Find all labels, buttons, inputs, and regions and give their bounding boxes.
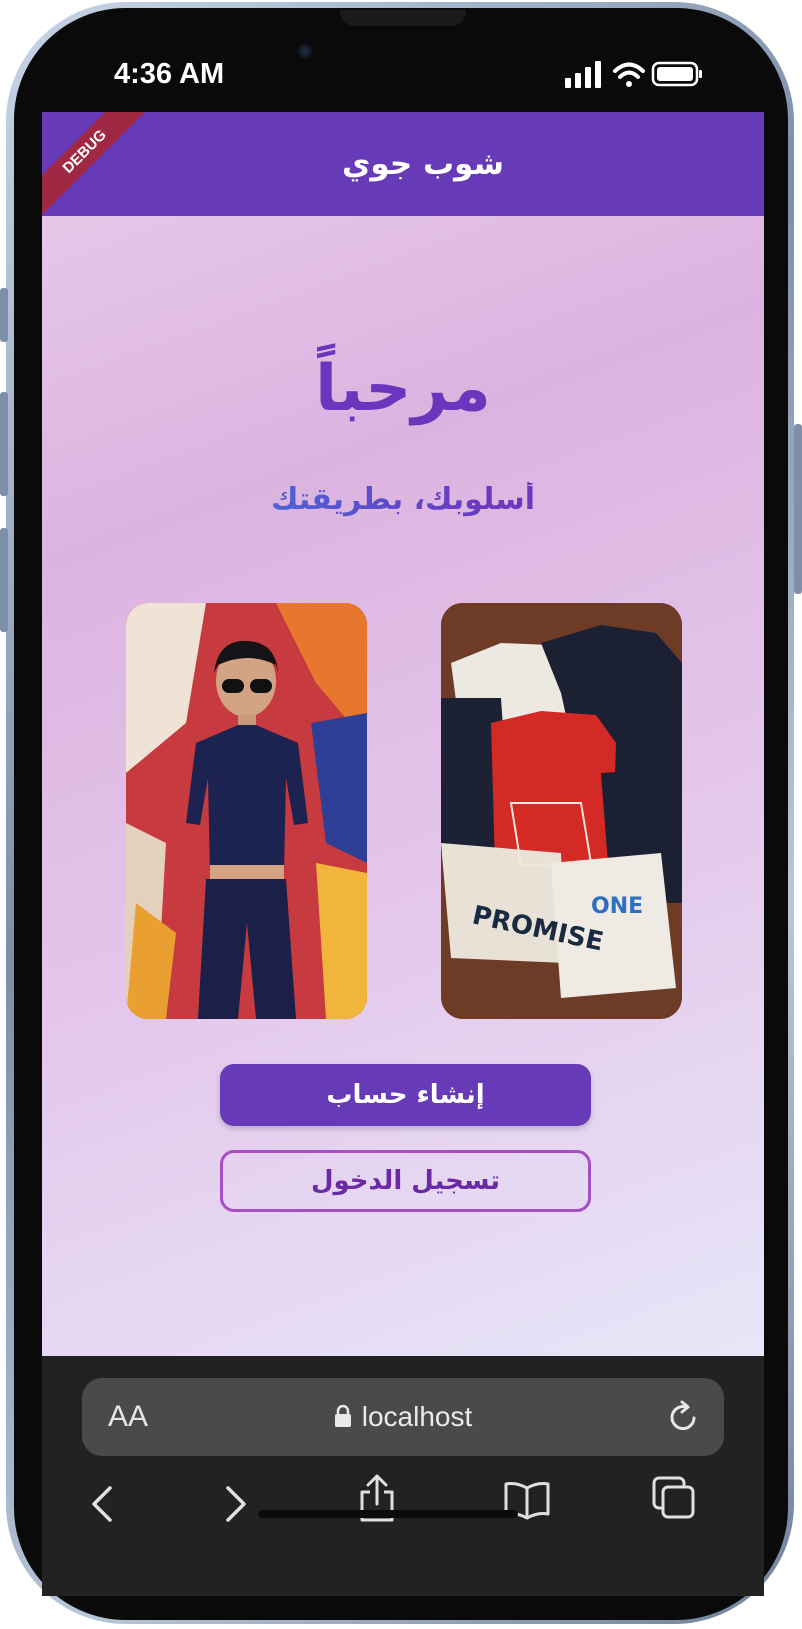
login-button[interactable]: تسجيل الدخول [220,1150,591,1212]
tagline: أسلوبك، بطريقتك [42,482,764,517]
wifi-icon [613,62,645,87]
app-bar: شوب جوي [42,112,764,216]
share-icon[interactable] [358,1474,396,1526]
tshirts-photo: PROMISE ONE [441,603,682,1019]
power-button [794,424,802,594]
battery-icon [651,61,702,87]
back-icon[interactable] [90,1484,114,1528]
app-screen: شوب جوي DEBUG مرحباً أسلوبك، بطريقتك PRO… [42,112,764,1356]
create-account-button[interactable]: إنشاء حساب [220,1064,591,1126]
front-camera [297,43,313,59]
url-display: localhost [82,1378,724,1456]
volume-down-button [0,528,8,632]
forward-icon[interactable] [224,1484,248,1528]
welcome-heading: مرحباً [315,352,491,426]
app-title: شوب جوي [341,146,505,182]
browser-toolbar: AA localhost [42,1356,764,1596]
url-text: localhost [361,1401,473,1432]
silent-switch [0,288,8,342]
fashion-model-photo [126,603,367,1019]
speaker-notch [340,10,466,26]
reload-icon[interactable] [668,1400,700,1438]
address-bar[interactable]: AA localhost [82,1378,724,1456]
svg-text:ONE: ONE [591,894,643,919]
lock-icon [334,1380,352,1458]
status-time: 4:36 AM [114,58,225,90]
tabs-icon[interactable] [652,1476,696,1524]
cellular-signal-icon [565,61,601,88]
status-icons [565,58,705,90]
volume-up-button [0,392,8,496]
home-indicator[interactable] [258,1510,518,1518]
